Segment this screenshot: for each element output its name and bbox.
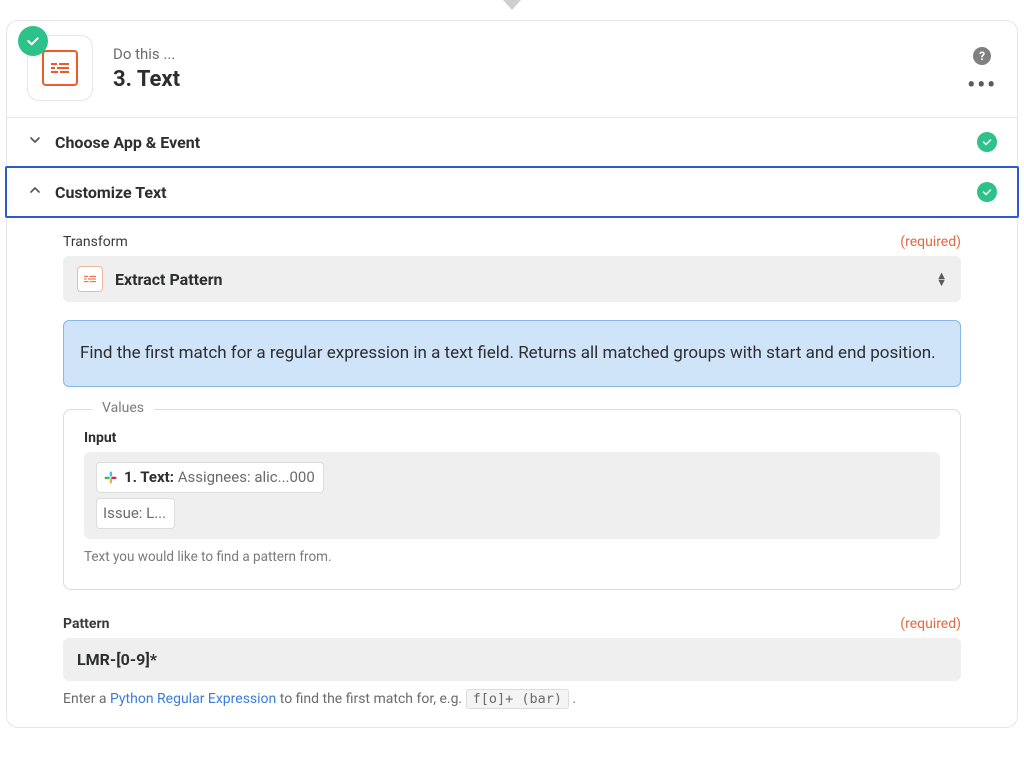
section-title: Choose App & Event xyxy=(55,133,977,152)
pattern-section: Pattern (required) LMR-[0-9]* Enter a Py… xyxy=(63,616,961,707)
slack-icon xyxy=(103,470,118,485)
required-tag: (required) xyxy=(900,616,961,632)
success-badge xyxy=(18,26,48,56)
required-tag: (required) xyxy=(900,234,961,250)
step-header: Do this ... 3. Text ? ••• xyxy=(7,21,1017,117)
mapped-field-pill-2[interactable]: Issue: L... xyxy=(96,498,175,530)
input-field[interactable]: 1. Text: Assignees: alic...000 Issue: L.… xyxy=(84,452,940,540)
transform-select[interactable]: Extract Pattern ▲▼ xyxy=(63,256,961,302)
step-card: Do this ... 3. Text ? ••• Choose App & E… xyxy=(6,20,1018,728)
pill-text: 1. Text: Assignees: alic...000 xyxy=(124,465,315,491)
transform-value: Extract Pattern xyxy=(115,270,936,289)
step-title: 3. Text xyxy=(113,67,955,92)
input-label: Input xyxy=(84,430,940,446)
values-fieldset: Values Input 1. Text: Assignees: alic...… xyxy=(63,409,961,591)
formatter-mini-icon xyxy=(77,266,103,292)
chevron-down-icon xyxy=(27,132,45,152)
helper-tail: . xyxy=(569,691,576,707)
chevron-up-icon xyxy=(27,182,45,202)
transform-description: Find the first match for a regular expre… xyxy=(63,320,961,387)
step-kicker: Do this ... xyxy=(113,45,955,63)
connector-arrow xyxy=(0,0,1024,14)
formatter-app-icon xyxy=(42,50,78,86)
transform-label-row: Transform (required) xyxy=(63,234,961,250)
pill-text: Issue: L... xyxy=(103,501,166,527)
app-icon-container xyxy=(27,35,93,101)
values-legend: Values xyxy=(92,400,154,416)
pattern-helper: Enter a Python Regular Expression to fin… xyxy=(63,691,961,707)
more-menu-icon[interactable]: ••• xyxy=(967,83,997,89)
section-title: Customize Text xyxy=(55,183,977,202)
section-choose-app-event[interactable]: Choose App & Event xyxy=(7,117,1017,166)
select-arrows-icon: ▲▼ xyxy=(936,272,947,286)
check-circle-icon xyxy=(977,132,997,152)
helper-suffix: to find the first match for, e.g. xyxy=(276,691,465,707)
input-hint: Text you would like to find a pattern fr… xyxy=(84,549,940,565)
section-customize-text[interactable]: Customize Text xyxy=(5,166,1019,218)
helper-prefix: Enter a xyxy=(63,691,110,707)
mapped-field-pill[interactable]: 1. Text: Assignees: alic...000 xyxy=(96,462,324,494)
pattern-label-row: Pattern (required) xyxy=(63,616,961,632)
section-body: Transform (required) Extract Pattern ▲▼ … xyxy=(7,218,1017,727)
help-icon[interactable]: ? xyxy=(973,47,991,65)
regex-docs-link[interactable]: Python Regular Expression xyxy=(110,691,276,707)
pattern-input[interactable]: LMR-[0-9]* xyxy=(63,638,961,681)
transform-label: Transform xyxy=(63,234,128,250)
pattern-label: Pattern xyxy=(63,616,109,632)
check-circle-icon xyxy=(977,182,997,202)
helper-code-example: f[o]+ (bar) xyxy=(466,689,569,709)
header-text: Do this ... 3. Text xyxy=(113,45,955,92)
